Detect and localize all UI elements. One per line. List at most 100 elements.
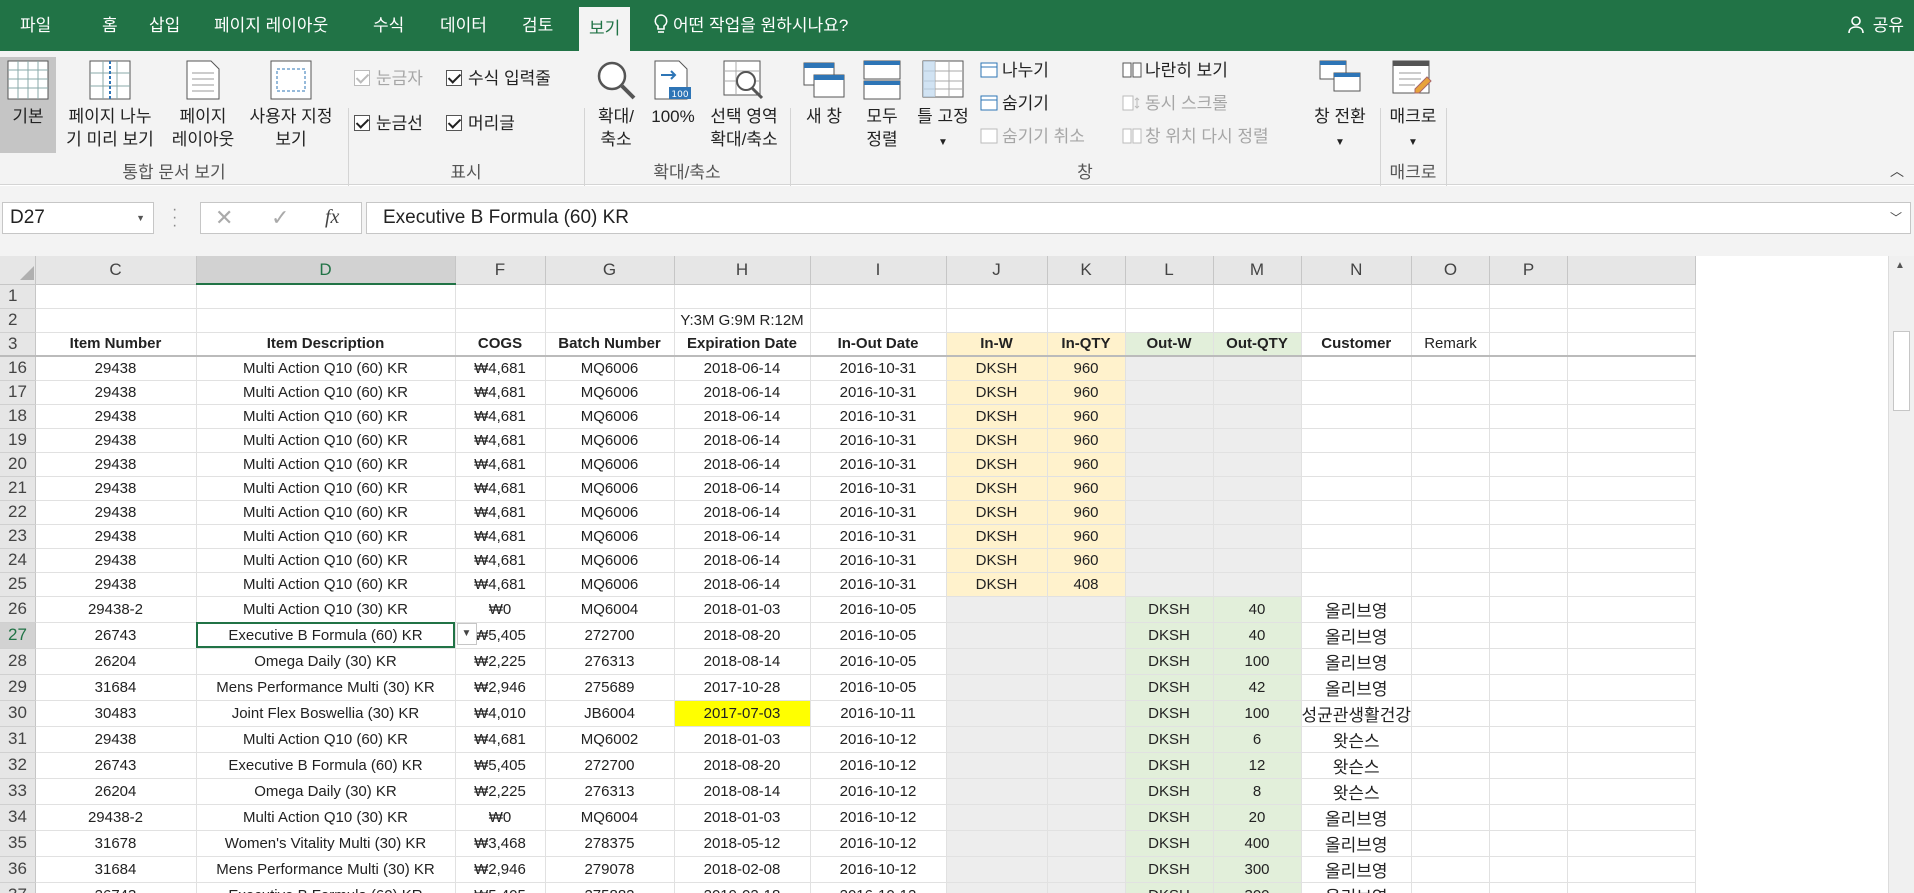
cell[interactable]: 8	[1213, 778, 1302, 805]
cell[interactable]: MQ6006	[545, 452, 675, 477]
cell[interactable]: 31678	[35, 830, 197, 857]
row-header[interactable]: 21	[0, 476, 36, 501]
cell[interactable]: 2016-10-31	[810, 524, 947, 549]
cell[interactable]: DKSH	[946, 500, 1048, 525]
reset-window-position-button[interactable]: 창 위치 다시 정렬	[1122, 125, 1269, 149]
cell[interactable]: JB6004	[545, 700, 675, 727]
cell[interactable]	[1047, 856, 1126, 883]
cell[interactable]: 29438	[35, 356, 197, 381]
cell[interactable]: 2016-10-12	[810, 856, 947, 883]
cell[interactable]	[946, 284, 1048, 309]
cell[interactable]	[946, 674, 1048, 701]
cell[interactable]: DKSH	[1125, 726, 1214, 753]
cell[interactable]: 26743	[35, 752, 197, 779]
cell[interactable]: 올리브영	[1301, 648, 1412, 675]
cell[interactable]	[1489, 308, 1568, 333]
cell[interactable]: DKSH	[946, 356, 1048, 381]
cell[interactable]: 2018-06-14	[674, 548, 811, 573]
cell[interactable]: DKSH	[946, 380, 1048, 405]
cell[interactable]: Multi Action Q10 (60) KR	[196, 726, 456, 753]
tab-formulas[interactable]: 수식	[373, 0, 404, 51]
cell[interactable]: 2019-02-18	[674, 882, 811, 893]
cell[interactable]: 276313	[545, 778, 675, 805]
select-all-corner[interactable]	[0, 256, 36, 285]
new-window-button[interactable]: 새 창	[796, 59, 852, 128]
cell[interactable]: 2016-10-05	[810, 674, 947, 701]
cell[interactable]	[1301, 356, 1412, 381]
cell[interactable]: 올리브영	[1301, 804, 1412, 831]
page-break-preview-button[interactable]: 페이지 나누 기 미리 보기	[58, 59, 162, 151]
cell[interactable]: ₩4,681	[455, 452, 546, 477]
cell[interactable]	[1411, 804, 1490, 831]
cell[interactable]	[1047, 674, 1126, 701]
cell[interactable]	[1489, 380, 1568, 405]
split-button[interactable]: 나누기	[980, 59, 1049, 83]
cell[interactable]: 29438-2	[35, 596, 197, 623]
cell[interactable]: 2018-06-14	[674, 428, 811, 453]
cell[interactable]	[545, 308, 675, 333]
header-cell[interactable]: Customer	[1301, 332, 1412, 357]
cell[interactable]	[35, 284, 197, 309]
cell[interactable]: ₩4,010	[455, 700, 546, 727]
cell[interactable]: DKSH	[1125, 882, 1214, 893]
cell[interactable]	[1213, 380, 1302, 405]
cell[interactable]	[1411, 622, 1490, 649]
cell[interactable]: 960	[1047, 500, 1126, 525]
cell[interactable]	[1301, 380, 1412, 405]
cell[interactable]	[1411, 308, 1490, 333]
cell[interactable]: 왓슨스	[1301, 778, 1412, 805]
cell[interactable]: 2016-10-31	[810, 500, 947, 525]
cell[interactable]: DKSH	[1125, 830, 1214, 857]
cell[interactable]	[1411, 596, 1490, 623]
row-header[interactable]: 34	[0, 804, 36, 831]
cell[interactable]	[1213, 524, 1302, 549]
row-header[interactable]: 32	[0, 752, 36, 779]
cell[interactable]: DKSH	[946, 476, 1048, 501]
row-header[interactable]: 26	[0, 596, 36, 623]
cell[interactable]: 올리브영	[1301, 882, 1412, 893]
cell[interactable]: Mens Performance Multi (30) KR	[196, 674, 456, 701]
cell[interactable]	[1411, 428, 1490, 453]
column-header-f[interactable]: F	[455, 256, 546, 285]
cell[interactable]	[1411, 752, 1490, 779]
cell[interactable]: 2016-10-31	[810, 452, 947, 477]
cell[interactable]: ₩4,681	[455, 524, 546, 549]
cell[interactable]: 2016-10-12	[810, 882, 947, 893]
cell[interactable]	[1301, 284, 1412, 309]
cell[interactable]: 성균관생활건강	[1301, 700, 1412, 727]
row-header[interactable]: 37	[0, 882, 36, 893]
cell[interactable]: 2018-01-03	[674, 726, 811, 753]
cell[interactable]: 100	[1213, 648, 1302, 675]
cell[interactable]: ₩2,946	[455, 674, 546, 701]
expand-formula-bar-icon[interactable]: ﹀	[1890, 203, 1902, 233]
cell[interactable]: 2016-10-31	[810, 548, 947, 573]
cell[interactable]	[810, 284, 947, 309]
cell[interactable]: 29438	[35, 726, 197, 753]
cell[interactable]: 29438	[35, 380, 197, 405]
row-header[interactable]: 29	[0, 674, 36, 701]
cell[interactable]: MQ6006	[545, 380, 675, 405]
headings-checkbox[interactable]: 머리글	[446, 112, 515, 136]
cell[interactable]: ₩4,681	[455, 380, 546, 405]
cell[interactable]: Multi Action Q10 (60) KR	[196, 404, 456, 429]
cell[interactable]	[1489, 356, 1568, 381]
cell[interactable]: 왓슨스	[1301, 726, 1412, 753]
synchronous-scrolling-button[interactable]: 동시 스크롤	[1122, 92, 1228, 116]
switch-windows-button[interactable]: 창 전환 ▼	[1304, 59, 1376, 154]
cell[interactable]	[1047, 726, 1126, 753]
cell[interactable]	[946, 804, 1048, 831]
collapse-ribbon-icon[interactable]: ︿	[1890, 161, 1904, 181]
scroll-thumb[interactable]	[1893, 331, 1910, 411]
cell[interactable]: 2016-10-31	[810, 404, 947, 429]
column-header-g[interactable]: G	[545, 256, 675, 285]
cell[interactable]	[1411, 404, 1490, 429]
formula-bar-drag-handle[interactable]: · · ·	[172, 202, 177, 234]
selected-cell[interactable]: Executive B Formula (60) KR ▼	[196, 622, 477, 649]
cell[interactable]: ₩2,225	[455, 648, 546, 675]
header-cell[interactable]	[1489, 332, 1568, 357]
cell[interactable]	[1213, 476, 1302, 501]
cell[interactable]	[1125, 524, 1214, 549]
cell[interactable]: MQ6002	[545, 726, 675, 753]
zoom-button[interactable]: 확대/ 축소	[588, 59, 644, 151]
cell[interactable]: 2018-05-12	[674, 830, 811, 857]
